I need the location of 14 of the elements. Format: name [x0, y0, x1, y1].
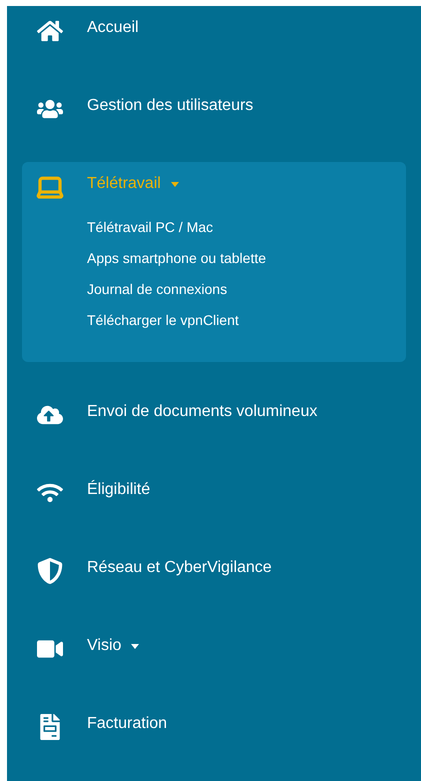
caret-icon	[131, 644, 140, 648]
submenu-item[interactable]: Apps smartphone ou tablette	[35, 243, 406, 274]
submenu-item[interactable]: Journal de connexions	[35, 274, 406, 305]
menu-item[interactable]: Envoi de documents volumineux	[35, 390, 421, 440]
shield-icon	[35, 557, 65, 585]
menu-item[interactable]: Gestion des utilisateurs	[35, 84, 421, 134]
menu-item[interactable]: Visio	[35, 624, 421, 674]
menu-item[interactable]: Accueil	[35, 6, 421, 56]
caret-icon	[170, 182, 179, 186]
menu-item[interactable]: Facturation	[35, 702, 421, 752]
menu-item[interactable]: Éligibilité	[35, 468, 421, 518]
menu-item[interactable]: Réseau et CyberVigilance	[35, 546, 421, 596]
submenu-item[interactable]: Télécharger le vpnClient	[35, 305, 406, 336]
submenu-item[interactable]: Télétravail PC / Mac	[35, 212, 406, 243]
